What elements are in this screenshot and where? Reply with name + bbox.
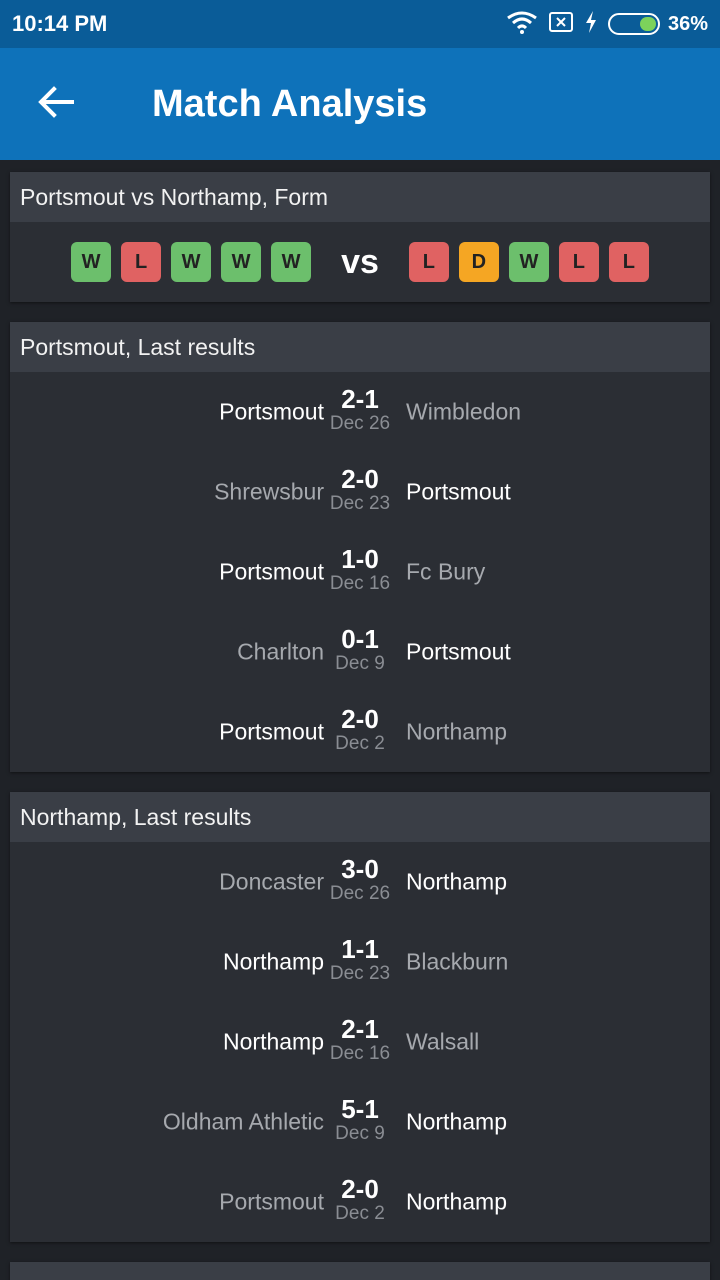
score: 2-1 (341, 384, 379, 414)
result-row[interactable]: Portsmout 1-0 Dec 16 Fc Bury (10, 532, 710, 612)
battery-percent: 36% (667, 12, 708, 35)
form-chip: W (271, 242, 312, 282)
page-title: Match Analysis (152, 82, 428, 125)
score: 2-0 (341, 464, 379, 494)
home-team: Portsmout (219, 398, 324, 425)
away-team: Walsall (406, 1028, 480, 1055)
next-card (10, 1262, 710, 1280)
score-box: 2-1 Dec 26 (310, 386, 410, 436)
match-date: Dec 23 (329, 963, 391, 984)
match-date: Dec 16 (329, 573, 391, 594)
away-team: Fc Bury (406, 558, 486, 585)
result-row[interactable]: Oldham Athletic 5-1 Dec 9 Northamp (10, 1082, 710, 1162)
score: 0-1 (341, 624, 379, 654)
score-box: 2-0 Dec 2 (310, 706, 410, 756)
away-team: Northamp (406, 868, 507, 895)
away-results-header: Northamp, Last results (10, 792, 710, 842)
match-date: Dec 9 (335, 1123, 385, 1144)
back-button[interactable] (0, 48, 112, 160)
status-time: 10:14 PM (12, 11, 108, 36)
score-box: 5-1 Dec 9 (310, 1096, 410, 1146)
form-card-header: Portsmout vs Northamp, Form (10, 172, 710, 222)
score: 3-0 (341, 854, 379, 884)
result-row[interactable]: Northamp 2-1 Dec 16 Walsall (10, 1002, 710, 1082)
form-chip: W (221, 242, 262, 282)
result-row[interactable]: Portsmout 2-0 Dec 2 Northamp (10, 1162, 710, 1242)
battery-indicator: 36% (607, 12, 708, 36)
home-team: Portsmout (219, 718, 324, 745)
battery-icon (607, 13, 660, 35)
away-team: Blackburn (406, 948, 509, 975)
match-date: Dec 16 (329, 1043, 391, 1064)
score-box: 2-1 Dec 16 (310, 1016, 410, 1066)
form-chip: W (508, 242, 549, 282)
status-bar: 10:14 PM 36% (0, 0, 720, 48)
away-team: Wimbledon (406, 398, 522, 425)
form-chip: D (458, 242, 499, 282)
score-box: 1-1 Dec 23 (310, 936, 410, 986)
score: 2-0 (341, 1174, 379, 1204)
form-card: Portsmout vs Northamp, Form WLWWW vs LDW… (10, 172, 710, 302)
home-team: Northamp (223, 1028, 324, 1055)
wifi-icon (506, 10, 538, 39)
match-date: Dec 26 (329, 883, 391, 904)
arrow-left-icon (38, 85, 74, 123)
home-results-list: Portsmout 2-1 Dec 26 Wimbledon Shrewsbur 2-0 D… (10, 372, 710, 772)
next-card-header (10, 1262, 710, 1280)
away-team: Northamp (406, 1188, 507, 1215)
match-date: Dec 2 (335, 733, 385, 754)
result-row[interactable]: Doncaster 3-0 Dec 26 Northamp (10, 842, 710, 922)
content-scroll[interactable]: Portsmout vs Northamp, Form WLWWW vs LDW… (0, 160, 720, 1280)
result-row[interactable]: Portsmout 2-0 Dec 2 Northamp (10, 692, 710, 772)
away-results-card: Northamp, Last results Doncaster 3-0 Dec 2… (10, 792, 710, 1242)
app-bar: Match Analysis (0, 48, 720, 160)
battery-level (640, 17, 656, 31)
charging-icon (584, 10, 598, 39)
home-team: Portsmout (219, 1188, 324, 1215)
home-team: Oldham Athletic (162, 1108, 324, 1135)
match-date: Dec 2 (335, 1203, 385, 1224)
result-row[interactable]: Charlton 0-1 Dec 9 Portsmout (10, 612, 710, 692)
score-box: 0-1 Dec 9 (310, 626, 410, 676)
form-chip: W (171, 242, 212, 282)
away-team: Northamp (406, 1108, 507, 1135)
form-chip: W (71, 242, 112, 282)
form-chip: L (121, 242, 162, 282)
match-date: Dec 23 (329, 493, 391, 514)
home-results-header: Portsmout, Last results (10, 322, 710, 372)
match-date: Dec 26 (329, 413, 391, 434)
away-results-list: Doncaster 3-0 Dec 26 Northamp Northamp 1-1 Dec… (10, 842, 710, 1242)
result-row[interactable]: Shrewsbur 2-0 Dec 23 Portsmout (10, 452, 710, 532)
score: 2-1 (341, 1014, 379, 1044)
result-row[interactable]: Portsmout 2-1 Dec 26 Wimbledon (10, 372, 710, 452)
score: 5-1 (341, 1094, 379, 1124)
home-team: Shrewsbur (214, 478, 324, 505)
score: 1-1 (341, 934, 379, 964)
score: 1-0 (341, 544, 379, 574)
score: 2-0 (341, 704, 379, 734)
match-date: Dec 9 (335, 653, 385, 674)
vs-label: vs (341, 242, 379, 281)
score-box: 1-0 Dec 16 (310, 546, 410, 596)
home-form: WLWWW (71, 242, 312, 282)
no-sim-icon (548, 10, 574, 39)
score-box: 3-0 Dec 26 (310, 856, 410, 906)
home-results-card: Portsmout, Last results Portsmout 2-1 Dec … (10, 322, 710, 772)
result-row[interactable]: Northamp 1-1 Dec 23 Blackburn (10, 922, 710, 1002)
away-form: LDWLL (408, 242, 649, 282)
score-box: 2-0 Dec 2 (310, 1176, 410, 1226)
home-team: Portsmout (219, 558, 324, 585)
form-chip: L (608, 242, 649, 282)
away-team: Portsmout (406, 478, 511, 505)
home-team: Northamp (223, 948, 324, 975)
away-team: Portsmout (406, 638, 511, 665)
away-team: Northamp (406, 718, 507, 745)
home-team: Doncaster (219, 868, 324, 895)
form-chip: L (558, 242, 599, 282)
score-box: 2-0 Dec 23 (310, 466, 410, 516)
form-row: WLWWW vs LDWLL (10, 222, 710, 302)
status-icons: 36% (506, 10, 708, 39)
form-chip: L (408, 242, 449, 282)
